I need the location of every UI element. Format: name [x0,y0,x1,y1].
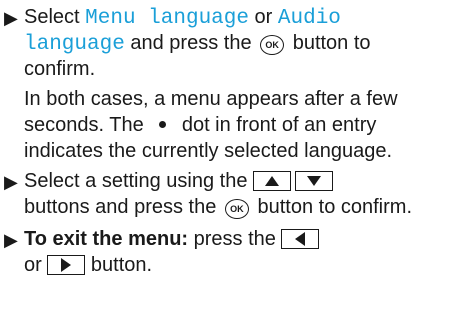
instruction-text: or [24,254,48,276]
instruction-line: To exit the menu: press the [24,226,320,252]
instruction-text: button. [85,254,153,276]
menu-term: language [24,33,125,56]
bullet-icon: ▶ [4,172,18,192]
instruction-text: buttons and press the [24,196,222,218]
instruction-line: In both cases, a menu appears after a fe… [24,86,398,112]
right-arrow-key-icon [47,255,86,275]
menu-term: Audio [277,7,341,30]
up-arrow-key-icon [253,171,292,191]
left-arrow-key-icon [281,229,320,249]
instruction-text: In both cases, a menu appears after a fe… [24,88,398,110]
instruction-line: indicates the currently selected languag… [24,138,392,164]
instruction-line: buttons and press the OK button to confi… [24,194,412,220]
menu-term: Menu language [85,7,249,30]
instruction-line: language and press the OK button to [24,30,371,58]
instruction-line: seconds. The dot in front of an entry [24,112,376,138]
instruction-text: Select [24,6,86,28]
instruction-line: confirm. [24,56,95,82]
instruction-text: indicates the currently selected languag… [24,140,393,162]
ok-button-icon: OK [224,199,249,219]
instruction-text: press the [188,228,282,250]
selection-dot-icon [159,121,167,128]
instruction-heading: To exit the menu: [24,228,189,250]
instruction-text: or [248,6,278,28]
instruction-text: button to [287,32,371,54]
instruction-line: Select a setting using the [24,168,334,194]
instruction-text: seconds. The [24,114,150,136]
instruction-text: confirm. [24,58,96,80]
bullet-icon: ▶ [4,8,18,28]
instruction-line: Select Menu language or Audio [24,4,341,32]
instruction-document: ▶ Select Menu language or Audio language a… [0,0,460,316]
instruction-line: or button. [24,252,152,278]
instruction-text: and press the [124,32,258,54]
ok-button-icon: OK [260,35,285,55]
instruction-text: Select a setting using the [24,170,254,192]
instruction-text: button to confirm. [251,196,412,218]
bullet-icon: ▶ [4,230,18,250]
instruction-text: dot in front of an entry [176,114,377,136]
down-arrow-key-icon [295,171,334,191]
